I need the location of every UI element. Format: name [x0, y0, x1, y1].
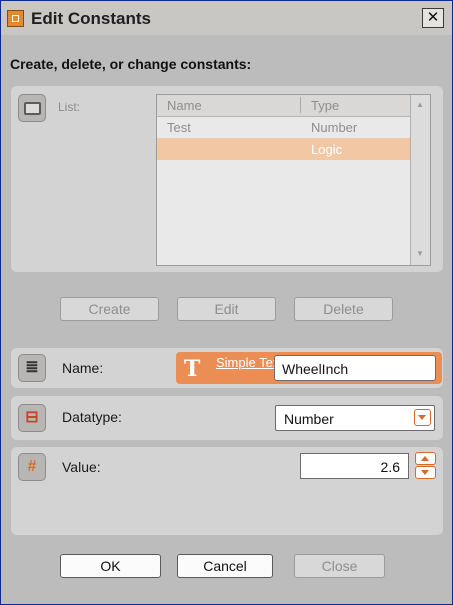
- edit-button[interactable]: Edit: [177, 297, 276, 321]
- list-header: Name Type: [157, 95, 410, 117]
- close-window-button[interactable]: ✕: [422, 8, 444, 28]
- page-heading: Create, delete, or change constants:: [10, 56, 252, 72]
- simple-text-link[interactable]: Simple Text: [216, 355, 283, 370]
- value-stepper[interactable]: [415, 452, 436, 480]
- create-button[interactable]: Create: [60, 297, 159, 321]
- datatype-select[interactable]: Number: [275, 405, 435, 431]
- name-label: Name:: [62, 360, 104, 376]
- ok-button[interactable]: OK: [60, 554, 161, 578]
- row-type: Number: [311, 120, 358, 135]
- text-field-icon: ≣: [18, 354, 46, 382]
- title-bar: Edit Constants ✕: [1, 1, 452, 35]
- value-input[interactable]: 2.6: [300, 453, 409, 479]
- decrement-arrow-icon[interactable]: [415, 466, 436, 479]
- folder-icon: [18, 94, 46, 122]
- increment-arrow-icon[interactable]: [415, 452, 436, 465]
- window-title: Edit Constants: [31, 9, 151, 28]
- list-row-selected[interactable]: Logic: [157, 138, 410, 160]
- list-row[interactable]: Test Number: [157, 116, 410, 138]
- scroll-up-arrow-icon[interactable]: ▲: [413, 98, 427, 112]
- name-input-area: T Simple Text WheelInch: [176, 352, 442, 384]
- value-row: # Value: 2.6: [11, 447, 443, 535]
- column-header-type[interactable]: Type: [311, 98, 339, 113]
- datatype-plug-icon: ⊟: [18, 404, 46, 432]
- constants-list: Name Type Test Number Logic ▲ ▼: [156, 94, 431, 266]
- name-input[interactable]: WheelInch: [274, 355, 436, 381]
- chevron-down-icon[interactable]: [414, 409, 431, 426]
- scroll-down-arrow-icon[interactable]: ▼: [413, 247, 427, 261]
- cancel-button[interactable]: Cancel: [177, 554, 273, 578]
- mindstorms-app-icon: [7, 10, 24, 27]
- list-label: List:: [58, 100, 81, 114]
- delete-button[interactable]: Delete: [294, 297, 393, 321]
- name-row: ≣ Name: T Simple Text WheelInch: [11, 348, 443, 388]
- list-scrollbar[interactable]: ▲ ▼: [410, 95, 430, 265]
- simple-text-icon: T: [184, 356, 201, 382]
- close-button[interactable]: Close: [294, 554, 385, 578]
- dialog-body: Create, delete, or change constants: Lis…: [1, 35, 452, 604]
- datatype-label: Datatype:: [62, 409, 122, 425]
- value-label: Value:: [62, 459, 101, 475]
- list-panel: List: Name Type Test Number Logic ▲ ▼: [11, 86, 443, 272]
- datatype-row: ⊟ Datatype: Number: [11, 396, 443, 440]
- row-name: Test: [167, 120, 191, 135]
- column-header-name[interactable]: Name: [167, 98, 202, 113]
- row-type: Logic: [311, 142, 343, 157]
- datatype-selected-value: Number: [284, 411, 334, 427]
- hash-icon: #: [18, 453, 46, 481]
- edit-constants-dialog: Edit Constants ✕ Create, delete, or chan…: [0, 0, 453, 605]
